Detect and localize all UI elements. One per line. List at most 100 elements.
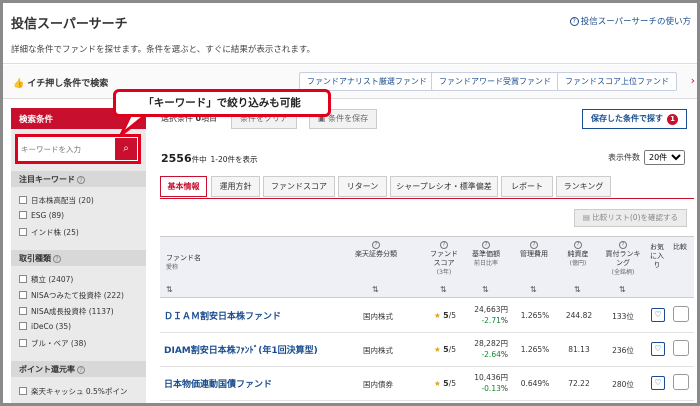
section-title: 取引種類 (19, 254, 51, 263)
table-row: ＤＩＡＭ割安日本株ファンド 国内株式 ★ 5/5 24,663円 -2.71% 1… (160, 299, 694, 333)
question-icon[interactable]: ? (372, 241, 380, 249)
fund-nav: 10,436円 -0.13% (474, 373, 508, 393)
heart-icon[interactable]: ♡ (651, 308, 665, 322)
fund-score: ★ 5/5 (428, 311, 462, 320)
question-icon[interactable]: ? (53, 255, 61, 263)
fund-assets: 81.13 (568, 345, 590, 354)
help-link[interactable]: ? 投信スーパーサーチの使い方 (569, 15, 691, 27)
sort-icon[interactable]: ⇅ (440, 285, 447, 294)
nav-value: 10,436 (474, 373, 501, 382)
question-icon[interactable]: ? (77, 176, 85, 184)
page-description: 詳細な条件でファンドを探せます。条件を選ぶと、すぐに結果が表示されます。 (11, 45, 315, 55)
nav-unit: 円 (500, 339, 509, 348)
save-conditions-label: 条件を保存 (328, 114, 369, 123)
tab-return[interactable]: リターン (338, 176, 387, 197)
th-label: 純資産 (567, 250, 589, 258)
tab-policy[interactable]: 運用方針 (211, 176, 260, 197)
tab-basic-info[interactable]: 基本情報 (160, 176, 207, 197)
heart-icon[interactable]: ♡ (651, 342, 665, 356)
th-label: 管理費用 (520, 250, 548, 258)
rank-unit: 位 (626, 312, 634, 321)
list-icon: ▤ (582, 213, 593, 222)
chip-award[interactable]: ファンドアワード受賞ファンド (431, 72, 559, 91)
checkbox-icon[interactable] (19, 339, 27, 347)
sort-icon[interactable]: ⇅ (530, 285, 537, 294)
fund-fee: 1.265% (520, 311, 550, 320)
compare-checkbox[interactable] (673, 374, 689, 390)
total-count: 2556 (161, 152, 192, 165)
section-featured-keywords[interactable]: 注目キーワード? (11, 171, 146, 187)
keyword-search-box: ⌕ (15, 134, 141, 164)
per-page-select[interactable]: 20件 (644, 150, 685, 165)
sort-icon[interactable]: ⇅ (574, 285, 581, 294)
filter-checkbox[interactable]: ESG (89) (19, 211, 64, 220)
compare-list-label: 比較リスト(0)を確認する (592, 213, 678, 222)
sort-icon[interactable]: ⇅ (482, 285, 489, 294)
compare-checkbox[interactable] (673, 340, 689, 356)
filter-checkbox[interactable]: インド株 (25) (19, 227, 79, 238)
search-icon[interactable]: ⌕ (115, 138, 137, 160)
nav-change: -2.64 (481, 350, 501, 359)
tab-ranking[interactable]: ランキング (556, 176, 611, 197)
checkbox-icon[interactable] (19, 228, 27, 236)
heart-icon[interactable]: ♡ (651, 376, 665, 390)
quick-filter-bar: 👍 イチ押し条件で検索 ファンドアナリスト厳選ファンド ファンドアワード受賞ファン… (3, 65, 697, 99)
filter-checkbox[interactable]: 楽天キャッシュ 0.5%ポイン (19, 386, 127, 397)
sort-icon[interactable]: ⇅ (372, 285, 379, 294)
checkbox-icon[interactable] (19, 322, 27, 330)
tab-fund-score[interactable]: ファンドスコア (263, 176, 335, 197)
th-compare: 比較 (673, 243, 687, 251)
filter-checkbox[interactable]: iDeCo (35) (19, 322, 71, 331)
compare-checkbox[interactable] (673, 306, 689, 322)
tab-report[interactable]: レポート (501, 176, 553, 197)
checkbox-icon[interactable] (19, 307, 27, 315)
sort-icon[interactable]: ⇅ (619, 285, 626, 294)
section-trade-type[interactable]: 取引種類? (11, 250, 146, 266)
question-icon[interactable]: ? (530, 241, 538, 249)
checkbox-icon[interactable] (19, 291, 27, 299)
filter-label: NISAつみたて投資枠 (222) (31, 291, 124, 300)
filter-label: 積立 (2407) (31, 275, 74, 284)
chevron-right-icon[interactable]: › (691, 74, 695, 87)
question-icon[interactable]: ? (619, 241, 627, 249)
filter-checkbox[interactable]: NISA成長投資枠 (1137) (19, 306, 114, 317)
th-nav: ? 基準価額 前日比率 (466, 241, 506, 268)
filter-checkbox[interactable]: 積立 (2407) (19, 274, 73, 285)
question-icon: ? (569, 17, 579, 26)
keyword-callout: 「キーワード」で絞り込みも可能 (113, 89, 331, 117)
th-label: ファンドスコア (430, 250, 458, 267)
tab-sharpe[interactable]: シャープレシオ・標準偏差 (390, 176, 498, 197)
checkbox-icon[interactable] (19, 211, 27, 219)
fund-nav: 28,282円 -2.64% (474, 339, 509, 359)
keyword-search-input[interactable] (21, 140, 113, 158)
th-label: 楽天証券分類 (355, 250, 397, 258)
fund-category: 国内株式 (363, 312, 393, 321)
saved-count-badge: 1 (667, 114, 678, 125)
saved-conditions-button[interactable]: 保存した条件で探す 1 (582, 109, 687, 129)
section-point-rate[interactable]: ポイント還元率? (11, 361, 146, 377)
fund-score: ★ 5/5 (428, 345, 462, 354)
sort-icon[interactable]: ⇅ (166, 285, 173, 294)
fund-name-link[interactable]: ＤＩＡＭ割安日本株ファンド (164, 309, 281, 322)
fund-name-link[interactable]: 日本物価連動国債ファンド (164, 377, 272, 390)
chip-score[interactable]: ファンドスコア上位ファンド (557, 72, 677, 91)
checkbox-icon[interactable] (19, 387, 27, 395)
fund-name-link[interactable]: DIAM割安日本株ﾌｧﾝﾄﾞ(年1回決算型) (164, 343, 318, 356)
question-icon[interactable]: ? (482, 241, 490, 249)
th-sub: 前日比率 (473, 260, 498, 267)
question-icon[interactable]: ? (574, 241, 582, 249)
total-unit: 件中 (191, 155, 207, 164)
score-max: /5 (448, 345, 456, 354)
filter-checkbox[interactable]: NISAつみたて投資枠 (222) (19, 290, 124, 301)
checkbox-icon[interactable] (19, 196, 27, 204)
checkbox-icon[interactable] (19, 275, 27, 283)
compare-list-button[interactable]: ▤ 比較リスト(0)を確認する (573, 209, 687, 227)
question-icon[interactable]: ? (440, 241, 448, 249)
fund-assets: 72.22 (568, 379, 590, 388)
section-title: ポイント還元率 (19, 365, 75, 374)
question-icon[interactable]: ? (77, 366, 85, 374)
filter-checkbox[interactable]: ブル・ベア (38) (19, 338, 86, 349)
star-icon: ★ (433, 311, 441, 320)
filter-checkbox[interactable]: 日本株高配当 (20) (19, 195, 94, 206)
table-header: ファンド名 愛称 ? 楽天証券分類 ? ファンドスコア (3年) ? 基準価額 前日比率 ?… (160, 236, 694, 298)
